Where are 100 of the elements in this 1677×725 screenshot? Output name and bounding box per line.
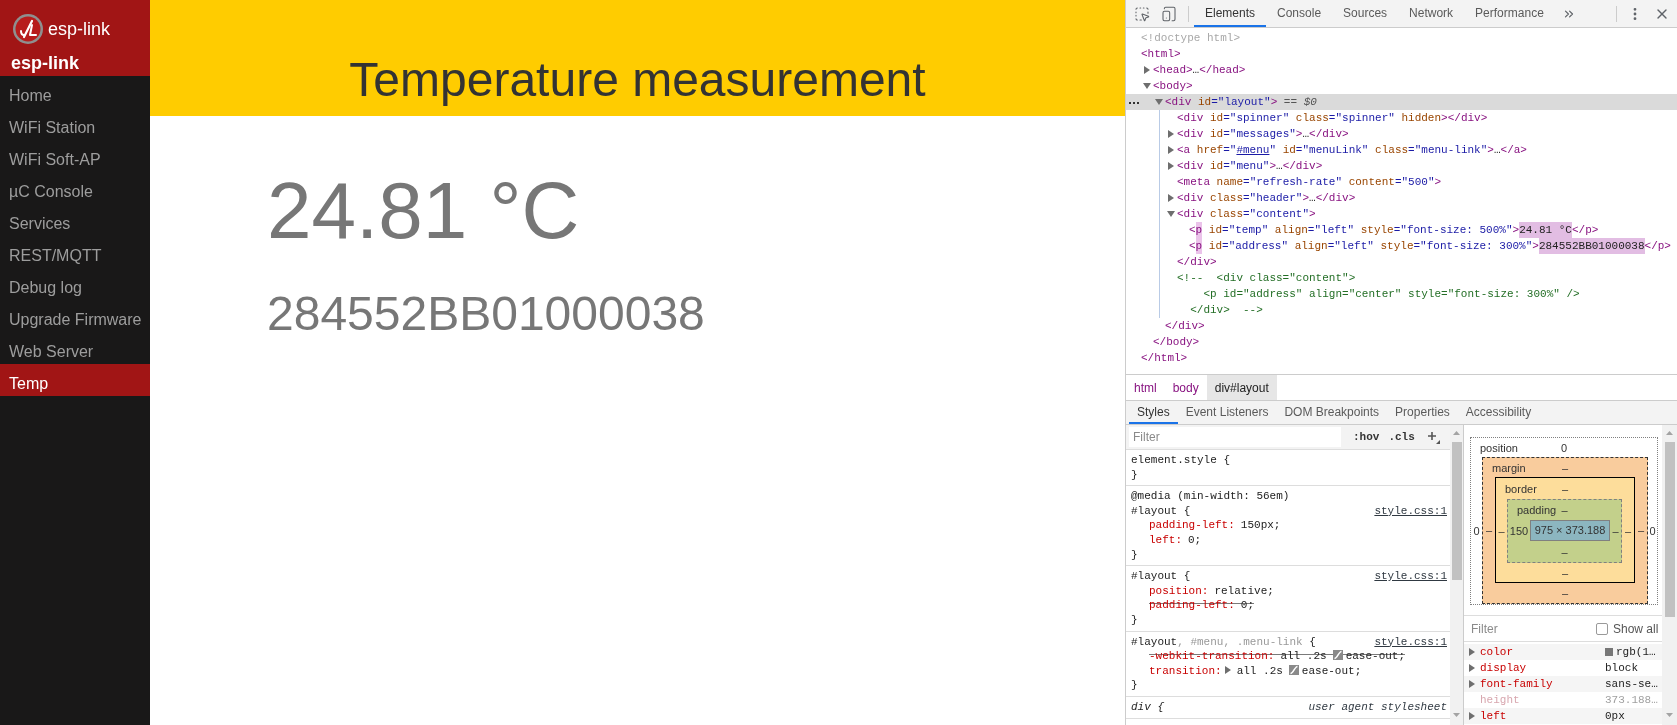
dom-tree-row[interactable]: <div id="messages">…</div> [1126,126,1677,142]
easing-swatch-icon[interactable] [1288,664,1299,675]
scrollbar-thumb[interactable] [1664,442,1675,617]
style-toggle-button[interactable]: :hov [1353,428,1380,446]
property-value: rgb(1… [1616,644,1656,660]
css-declaration[interactable]: padding-left: 150px; [1131,518,1281,533]
css-selector[interactable]: div { [1131,699,1164,715]
show-all-label[interactable]: Show all [1613,619,1659,638]
show-all-checkbox[interactable] [1596,622,1608,635]
plus-icon[interactable] [1426,430,1440,444]
closing-brace: } [1131,679,1138,692]
filter-field[interactable]: Filter [1129,427,1341,447]
dom-tree-row[interactable]: <a href="#menu" id="menuLink" class="menu-link">…</a> [1126,142,1677,158]
sidebar-item[interactable]: Services [0,204,150,236]
dom-tree-row[interactable]: </div> --> [1126,302,1677,318]
devtools-tab[interactable]: Elements [1194,0,1267,27]
computed-property-row[interactable]: font-family sans-se… [1464,676,1662,692]
devtools-tab[interactable]: Sources [1332,0,1399,27]
dom-tree-row[interactable]: <div id="spinner" class="spinner" hidden></div> [1126,110,1677,126]
caret-down-icon[interactable] [1155,99,1163,105]
dom-tree-row[interactable]: <html> [1126,46,1677,62]
style-toggle-button[interactable]: .cls [1388,428,1415,446]
dom-tree-row[interactable]: <p id="address" align="left" style="font-size: 300%">284552BB01000038</p> [1126,238,1677,254]
caret-right-icon[interactable] [1168,130,1174,138]
device-toolbar-icon[interactable] [1161,5,1177,22]
property-name: left [1480,708,1508,724]
caret-right-icon[interactable] [1168,146,1174,154]
stylesheet-link[interactable]: style.css:1 [1374,634,1447,650]
caret-right-icon[interactable] [1168,162,1174,170]
dom-tree-row[interactable]: </div> [1126,254,1677,270]
sidebar-item[interactable]: WiFi Soft-AP [0,140,150,172]
dom-tree-row[interactable]: <body> [1126,78,1677,94]
devtools-tab[interactable]: Console [1266,0,1333,27]
page-title: Temperature measurement [349,52,926,108]
sidebar-item[interactable]: Temp [0,364,150,396]
brand-name[interactable]: esp-link [48,18,111,40]
devtools-tab[interactable]: Network [1398,0,1465,27]
scrollbar[interactable] [1662,425,1677,725]
inspect-element-icon[interactable] [1134,5,1150,22]
sidebar-item[interactable]: Home [0,76,150,108]
property-name: display [1480,660,1528,676]
css-selector[interactable]: element.style { [1131,453,1231,468]
css-selector[interactable]: #layout { [1131,569,1191,584]
dom-tree-row[interactable]: <meta name="refresh-rate" content="500"> [1126,174,1677,190]
pane-tab[interactable]: DOM Breakpoints [1276,401,1388,424]
property-value: block [1605,660,1638,676]
css-selector[interactable]: #layout { [1131,503,1191,519]
dom-tree-row[interactable]: <head>…</head> [1126,62,1677,78]
closing-brace: } [1131,468,1138,481]
expand-arrow-icon[interactable] [1469,712,1475,720]
dom-tree-row[interactable]: </div> [1126,318,1677,334]
stylesheet-link[interactable]: style.css:1 [1374,503,1447,519]
pane-tab[interactable]: Properties [1387,401,1458,424]
css-declaration[interactable]: position: relative; [1131,583,1274,599]
sidebar-item[interactable]: WiFi Station [0,108,150,140]
pane-tab[interactable]: Accessibility [1457,401,1540,424]
box-model-value: – [1612,524,1619,537]
stylesheet-link[interactable]: style.css:1 [1374,569,1447,584]
attribute-link[interactable]: #menu [1236,141,1270,159]
dom-tree-row[interactable]: </html> [1126,350,1677,366]
sidebar-item[interactable]: µC Console [0,172,150,204]
scrollbar-thumb[interactable] [1451,442,1462,580]
box-model-label: margin [1491,461,1526,474]
scrollbar[interactable] [1450,425,1463,725]
sidebar-item[interactable]: Upgrade Firmware [0,300,150,332]
content-box: 975 × 373.188 [1530,520,1610,541]
caret-right-icon[interactable] [1168,194,1174,202]
property-name: height [1480,692,1521,708]
sidebar-item[interactable]: Debug log [0,268,150,300]
caret-down-icon[interactable] [1143,83,1151,89]
dom-tree-row[interactable]: <p id="temp" align="left" style="font-size: 500%">24.81 °C</p> [1126,222,1677,238]
css-declaration[interactable]: transition: all .2s ease-out; [1131,663,1362,679]
computed-property-row[interactable]: left 0px [1464,708,1662,724]
easing-swatch-icon[interactable] [1332,650,1343,661]
dom-tree-row[interactable]: <div id="menu">…</div> [1126,158,1677,174]
dom-tree-row[interactable]: <!-- <div class="content"> [1126,270,1677,286]
devtools-tab[interactable]: Performance [1464,0,1555,27]
sidebar-item[interactable]: Web Server [0,332,150,364]
property-value: 373.188… [1605,692,1658,708]
css-declaration[interactable]: left: 0; [1131,532,1202,548]
breadcrumb-item[interactable]: div#layout [1206,375,1277,400]
box-model-label: position [1479,441,1518,454]
dom-tree-row[interactable]: <p id="address" align="center" style="font-size: 300%" /> [1126,286,1677,302]
caret-right-icon[interactable] [1224,665,1231,674]
css-selector[interactable]: #layout, #menu, .menu-link { [1131,634,1316,650]
box-model-label: padding [1516,504,1557,516]
caret-right-icon[interactable] [1144,66,1150,74]
sidebar-item[interactable]: REST/MQTT [0,236,150,268]
dom-tree-row[interactable]: <div class="content"> [1126,206,1677,222]
breadcrumb-item[interactable]: html [1126,375,1165,400]
caret-down-icon[interactable] [1167,211,1175,217]
breadcrumb-item[interactable]: body [1164,375,1207,400]
property-name: color [1480,644,1514,660]
pane-tab[interactable]: Event Listeners [1177,401,1277,424]
closing-brace: } [1131,548,1138,561]
box-model-value: 150 [1509,524,1529,537]
computed-property-row[interactable]: color rgb(1… [1464,644,1662,660]
dom-tree-row[interactable]: <div id="layout"> == $0 [1126,94,1677,110]
dom-tree-row[interactable]: <div class="header">…</div> [1126,190,1677,206]
dom-tree-row[interactable]: </body> [1126,334,1677,350]
